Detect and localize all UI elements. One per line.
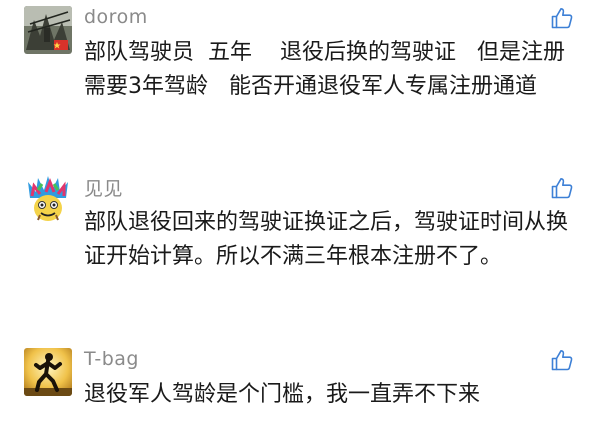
thumbs-up-icon[interactable] bbox=[550, 6, 574, 30]
comment-text: 部队退役回来的驾驶证换证之后，驾驶证时间从换证开始计算。所以不满三年根本注册不了… bbox=[84, 210, 569, 269]
comment-item: dorom 部队驾驶员 五年 退役后换的驾驶证 但是注册需要3年驾龄 能否开通退… bbox=[0, 0, 600, 150]
user-avatar[interactable] bbox=[24, 6, 72, 54]
comment-text: 部队驾驶员 五年 退役后换的驾驶证 但是注册需要3年驾龄 能否开通退役军人专属注… bbox=[84, 40, 565, 99]
comment-item: 见见 部队退役回来的驾驶证换证之后，驾驶证时间从换证开始计算。所以不满三年根本注… bbox=[0, 168, 600, 318]
photo-avatar-icon bbox=[24, 6, 72, 54]
username[interactable]: T-bag bbox=[84, 348, 139, 370]
comment-list: dorom 部队驾驶员 五年 退役后换的驾驶证 但是注册需要3年驾龄 能否开通退… bbox=[0, 0, 600, 443]
user-avatar[interactable] bbox=[24, 348, 72, 396]
cartoon-avatar-icon bbox=[24, 176, 72, 224]
username[interactable]: 见见 bbox=[84, 174, 123, 201]
running-silhouette-icon bbox=[24, 348, 72, 396]
comment-item: T-bag 退役军人驾龄是个门槛，我一直弄不下来 bbox=[0, 338, 600, 443]
thumbs-up-icon[interactable] bbox=[550, 176, 574, 200]
user-avatar[interactable] bbox=[24, 176, 72, 224]
thumbs-up-icon[interactable] bbox=[550, 348, 574, 372]
comment-text: 退役军人驾龄是个门槛，我一直弄不下来 bbox=[84, 382, 481, 407]
username[interactable]: dorom bbox=[84, 6, 148, 28]
